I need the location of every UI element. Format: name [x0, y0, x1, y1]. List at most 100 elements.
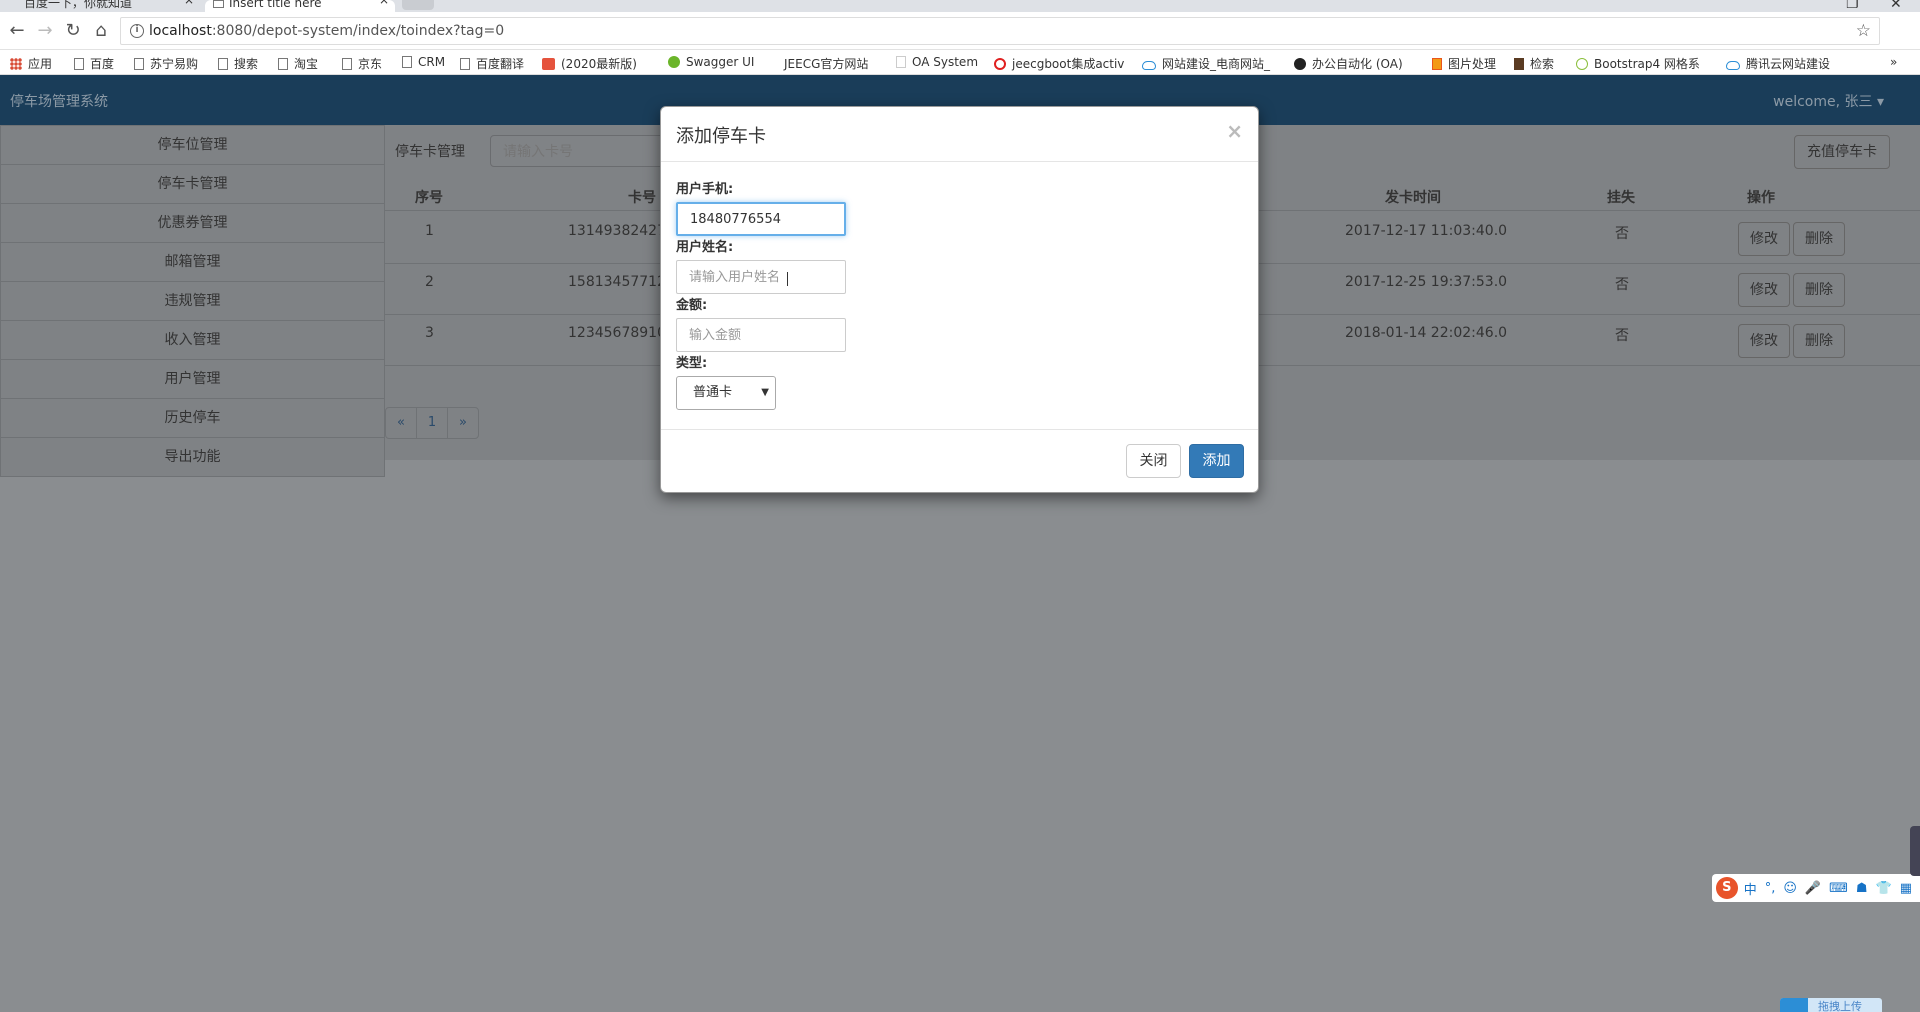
row-card: 131493824272 — [568, 223, 675, 239]
emoji-icon[interactable]: ☺ — [1783, 881, 1797, 896]
restore-window-icon[interactable]: ❐ — [1846, 0, 1859, 12]
name-input[interactable] — [676, 260, 846, 294]
card-type-select[interactable]: 普通卡 ▼ — [676, 376, 776, 410]
bootstrap-icon — [1576, 58, 1588, 70]
pagination-next[interactable]: » — [447, 407, 479, 439]
page-icon — [74, 58, 84, 70]
forward-icon[interactable]: → — [34, 20, 56, 41]
bookmark-item[interactable]: 百度翻译 — [460, 55, 524, 72]
sidebar-item-users[interactable]: 用户管理 — [0, 359, 385, 399]
pagination: « 1 » — [385, 407, 479, 439]
cloud-icon — [1142, 61, 1156, 70]
more-bookmarks-icon[interactable]: » — [1890, 55, 1897, 69]
row-card: 158134577122 — [568, 274, 675, 290]
ime-punctuation-toggle[interactable]: °, — [1765, 881, 1776, 896]
pagination-page-1[interactable]: 1 — [416, 407, 448, 439]
type-label: 类型: — [676, 356, 708, 371]
ime-language-toggle[interactable]: 中 — [1744, 879, 1757, 898]
bookmark-item[interactable]: CRM — [402, 55, 445, 69]
user-icon[interactable]: ☗ — [1856, 881, 1868, 896]
bookmark-star-icon[interactable]: ☆ — [1856, 21, 1871, 41]
edit-button[interactable]: 修改 — [1738, 273, 1790, 307]
modal-close-icon[interactable]: × — [1226, 119, 1243, 143]
sidebar-item-history[interactable]: 历史停车 — [0, 398, 385, 438]
reload-icon[interactable]: ↻ — [62, 20, 84, 41]
bookmark-item[interactable]: 腾讯云网站建设 — [1726, 55, 1830, 72]
back-icon[interactable]: ← — [6, 20, 28, 41]
bookmark-item[interactable]: jeecgboot集成activ — [994, 55, 1124, 72]
address-bar[interactable]: i localhost:8080/depot-system/index/toin… — [120, 17, 1880, 45]
new-tab-button[interactable] — [402, 0, 434, 10]
g-logo-icon — [994, 58, 1006, 70]
app-brand[interactable]: 停车场管理系统 — [10, 91, 108, 111]
site-info-icon[interactable]: i — [130, 24, 144, 38]
text-cursor — [787, 272, 793, 286]
card-type-value: 普通卡 — [693, 385, 733, 400]
sidebar-item-income[interactable]: 收入管理 — [0, 320, 385, 360]
card-search-input[interactable] — [490, 135, 675, 167]
user-menu[interactable]: welcome, 张三 ▾ — [1773, 91, 1884, 111]
cloud-icon — [1726, 61, 1740, 70]
bookmark-item[interactable]: 苏宁易购 — [134, 55, 198, 72]
sidebar-item-parking-space[interactable]: 停车位管理 — [0, 125, 385, 165]
column-header-issue-time: 发卡时间 — [1385, 190, 1441, 206]
page-icon — [218, 58, 228, 70]
close-window-icon[interactable]: ✕ — [1890, 0, 1902, 12]
edit-button[interactable]: 修改 — [1738, 324, 1790, 358]
skin-icon[interactable]: 👕 — [1876, 881, 1892, 896]
phone-label: 用户手机: — [676, 182, 734, 197]
sidebar-item-mailbox[interactable]: 邮箱管理 — [0, 242, 385, 282]
side-gadget[interactable] — [1910, 826, 1920, 876]
keyboard-icon[interactable]: ⌨ — [1829, 881, 1848, 896]
bookmark-item[interactable]: Bootstrap4 网格系 — [1576, 55, 1700, 72]
url-text[interactable]: localhost:8080/depot-system/index/toinde… — [149, 23, 504, 39]
search-logo-icon — [1514, 58, 1524, 70]
bookmark-item[interactable]: 办公自动化 (OA) — [1294, 55, 1403, 72]
browser-tab-active[interactable]: Insert title here × — [205, 0, 395, 12]
bookmark-item[interactable]: JEECG官方网站 — [774, 55, 868, 72]
bookmark-item[interactable]: 网站建设_电商网站_ — [1142, 55, 1270, 72]
delete-button[interactable]: 删除 — [1793, 222, 1845, 256]
sidebar-item-coupon[interactable]: 优惠券管理 — [0, 203, 385, 243]
bookmark-item[interactable]: 搜索 — [218, 55, 258, 72]
menu-grid-icon[interactable]: ▦ — [1900, 881, 1912, 896]
browser-tab-baidu[interactable]: 百度一下，你就知道 × — [0, 0, 200, 12]
bookmark-item[interactable]: (2020最新版) — [542, 55, 637, 72]
sidebar-item-violation[interactable]: 违规管理 — [0, 281, 385, 321]
bookmark-item[interactable]: 京东 — [342, 55, 382, 72]
recharge-card-button[interactable]: 充值停车卡 — [1794, 135, 1890, 169]
row-index: 2 — [425, 274, 434, 290]
apps-grid-icon — [10, 58, 22, 70]
home-icon[interactable]: ⌂ — [90, 20, 112, 41]
bookmark-item[interactable]: OA System — [896, 55, 978, 69]
add-button[interactable]: 添加 — [1189, 444, 1244, 478]
tab-close-icon[interactable]: × — [379, 0, 389, 6]
delete-button[interactable]: 删除 — [1793, 273, 1845, 307]
page-icon — [342, 58, 352, 70]
drag-upload-tab[interactable]: 拖拽上传 — [1780, 998, 1882, 1012]
sidebar-item-parking-card[interactable]: 停车卡管理 — [0, 164, 385, 204]
bookmark-item[interactable]: 图片处理 — [1432, 55, 1496, 72]
microphone-icon[interactable]: 🎤 — [1805, 881, 1821, 896]
bookmark-item[interactable]: 淘宝 — [278, 55, 318, 72]
bookmark-item[interactable]: 百度 — [74, 55, 114, 72]
sidebar-item-export[interactable]: 导出功能 — [0, 437, 385, 477]
bookmark-apps[interactable]: 应用 — [10, 55, 52, 72]
row-issue-time: 2018-01-14 22:02:46.0 — [1345, 325, 1508, 341]
amount-input[interactable] — [676, 318, 846, 352]
modal-body: 用户手机: 用户姓名: 金额: 类型: 普通卡 ▼ — [661, 162, 1258, 430]
sogou-logo-icon[interactable]: S — [1716, 877, 1738, 899]
bookmark-item[interactable]: 检索 — [1514, 55, 1554, 72]
close-button[interactable]: 关闭 — [1126, 444, 1181, 478]
tab-close-icon[interactable]: × — [184, 0, 194, 6]
delete-button[interactable]: 删除 — [1793, 324, 1845, 358]
column-header-index: 序号 — [415, 190, 443, 206]
pagination-prev[interactable]: « — [385, 407, 417, 439]
phone-input[interactable] — [676, 202, 846, 236]
edit-button[interactable]: 修改 — [1738, 222, 1790, 256]
bookmark-item[interactable]: Swagger UI — [668, 55, 754, 69]
section-title: 停车卡管理 — [395, 144, 465, 160]
column-header-ops: 操作 — [1747, 190, 1775, 206]
add-card-modal: 添加停车卡 × 用户手机: 用户姓名: 金额: 类型: 普通卡 ▼ 关闭 添加 — [660, 106, 1259, 493]
chevron-down-icon: ▼ — [761, 387, 769, 398]
